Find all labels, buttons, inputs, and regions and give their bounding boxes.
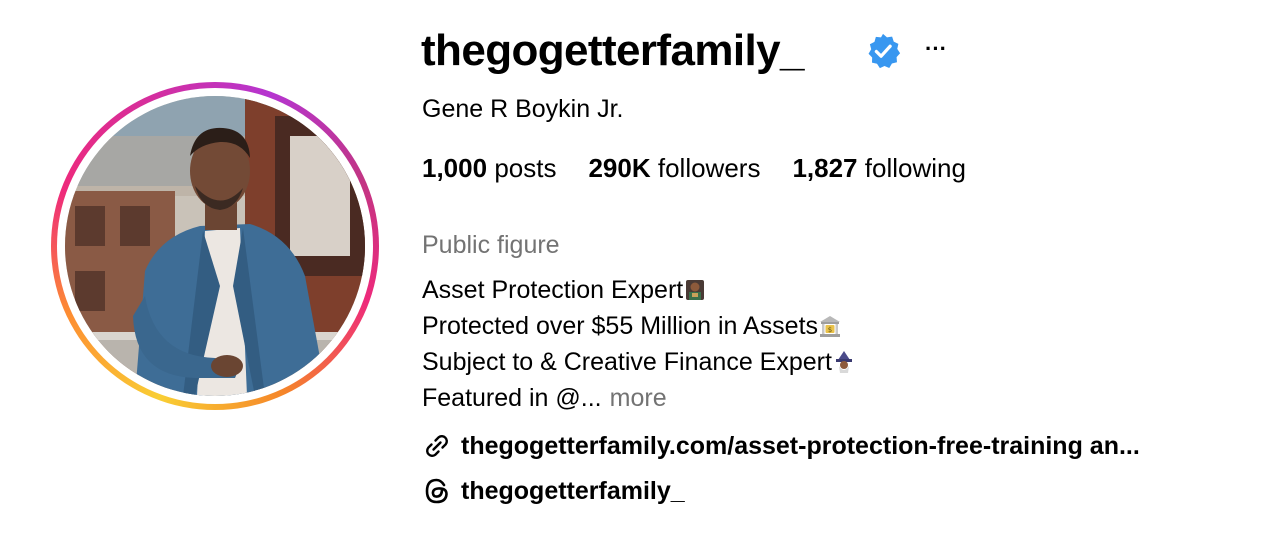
full-name: Gene R Boykin Jr. — [422, 95, 624, 123]
threads-link[interactable]: thegogetterfamily_ — [422, 476, 685, 506]
posts-count[interactable]: 1,000 posts — [422, 152, 556, 184]
following-value: 1,827 — [792, 153, 858, 183]
bio-line-text: Featured in @... — [422, 384, 602, 412]
profile-header: thegogetterfamily_ ··· Gene R Boykin Jr.… — [0, 0, 1282, 540]
posts-value: 1,000 — [422, 153, 488, 183]
bio-line-text: Protected over $55 Million in Assets — [422, 312, 819, 340]
verified-badge-icon — [868, 33, 901, 69]
followers-label: followers — [657, 153, 761, 183]
bio-line-text: Subject to & Creative Finance Expert — [422, 348, 832, 376]
followers-count[interactable]: 290K followers — [588, 152, 760, 184]
username: thegogetterfamily_ — [421, 26, 804, 75]
website-link-text: thegogetterfamily.com/asset-protection-f… — [461, 431, 1140, 460]
svg-text:$: $ — [828, 326, 832, 334]
link-icon — [426, 435, 448, 457]
website-link[interactable]: thegogetterfamily.com/asset-protection-f… — [422, 431, 1140, 461]
bio-line: Asset Protection Expert — [422, 272, 855, 308]
avatar[interactable] — [65, 96, 365, 396]
bio-line-text: Asset Protection Expert — [422, 276, 684, 304]
threads-icon — [425, 478, 448, 504]
posts-label: posts — [494, 153, 557, 183]
profile-photo-icon — [65, 96, 365, 396]
wizard-emoji — [835, 351, 852, 373]
profile-stats: 1,000 posts 290K followers 1,827 followi… — [422, 152, 966, 184]
avatar-story-ring[interactable] — [51, 82, 379, 410]
profile-category: Public figure — [422, 231, 560, 259]
bio: Asset Protection Expert Protected over $… — [422, 272, 855, 416]
bank-emoji: $ — [820, 316, 841, 337]
bio-line: Protected over $55 Million in Assets $ — [422, 308, 855, 344]
following-count[interactable]: 1,827 following — [792, 152, 965, 184]
following-label: following — [864, 153, 966, 183]
bio-line: Subject to & Creative Finance Expert — [422, 344, 855, 380]
threads-link-text: thegogetterfamily_ — [461, 476, 685, 505]
briefcase-person-emoji — [686, 280, 705, 300]
bio-more-button[interactable]: more — [610, 380, 667, 416]
more-options-button[interactable]: ··· — [922, 34, 950, 64]
bio-line: Featured in @... more — [422, 380, 855, 416]
followers-value: 290K — [588, 153, 651, 183]
